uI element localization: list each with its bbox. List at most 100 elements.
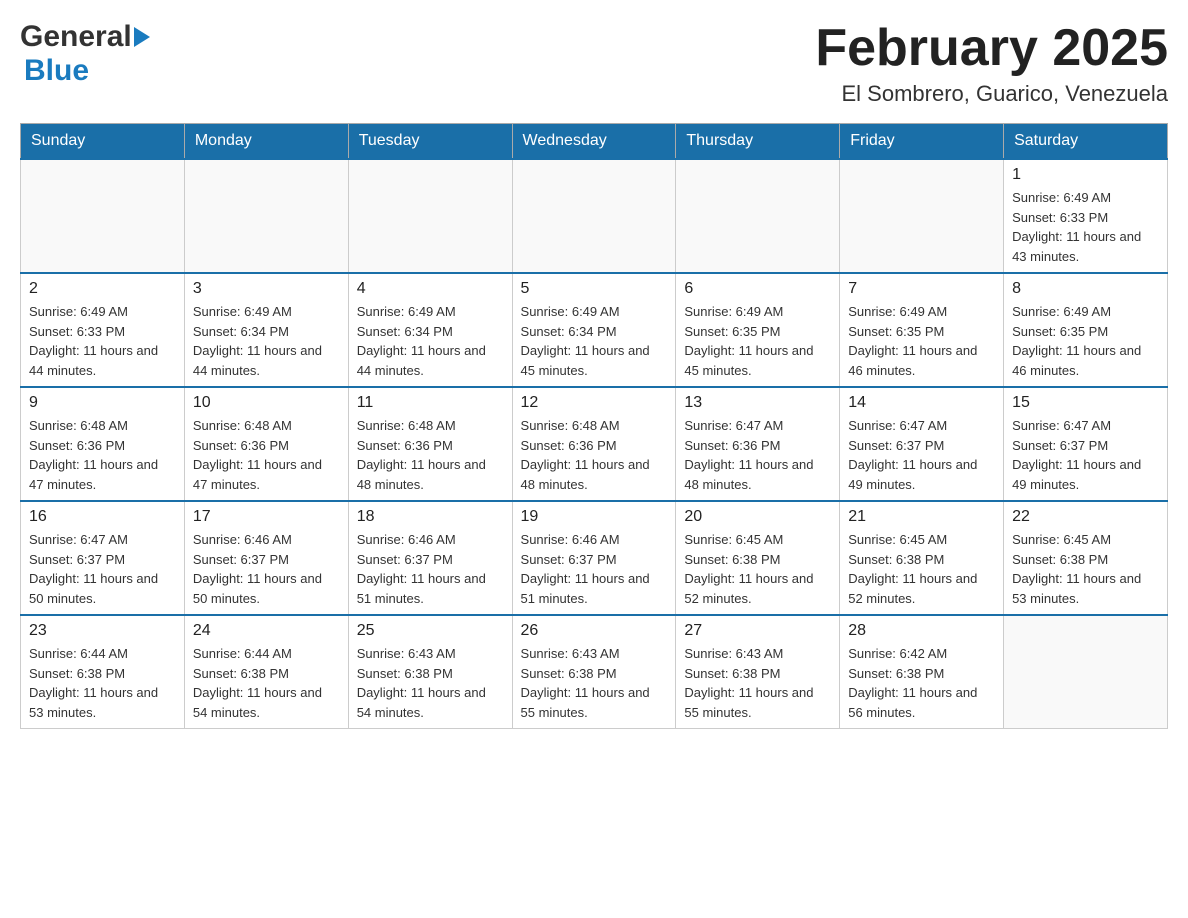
day-number: 1 bbox=[1012, 166, 1159, 184]
day-number: 28 bbox=[848, 622, 995, 640]
calendar-cell: 14Sunrise: 6:47 AM Sunset: 6:37 PM Dayli… bbox=[840, 387, 1004, 501]
day-info: Sunrise: 6:47 AM Sunset: 6:37 PM Dayligh… bbox=[29, 530, 176, 608]
logo-general-text: General bbox=[20, 20, 132, 54]
day-info: Sunrise: 6:43 AM Sunset: 6:38 PM Dayligh… bbox=[357, 644, 504, 722]
calendar-cell: 24 Sunrise: 6:44 AM Sunset: 6:38 PM Dayli… bbox=[184, 615, 348, 729]
location-title: El Sombrero, Guarico, Venezuela bbox=[815, 81, 1168, 107]
day-number: 13 bbox=[684, 394, 831, 412]
calendar-header-row: SundayMondayTuesdayWednesdayThursdayFrid… bbox=[21, 124, 1168, 160]
day-number: 8 bbox=[1012, 280, 1159, 298]
day-info: Sunrise: 6:46 AM Sunset: 6:37 PM Dayligh… bbox=[357, 530, 504, 608]
calendar-week-row: 2 Sunrise: 6:49 AM Sunset: 6:33 PM Daylig… bbox=[21, 273, 1168, 387]
day-info: Sunrise: 6:49 AM Sunset: 6:33 PM Dayligh… bbox=[29, 302, 176, 380]
calendar-cell: 1 Sunrise: 6:49 AM Sunset: 6:33 PM Daylig… bbox=[1004, 159, 1168, 273]
calendar-week-row: 1 Sunrise: 6:49 AM Sunset: 6:33 PM Daylig… bbox=[21, 159, 1168, 273]
day-number: 26 bbox=[521, 622, 668, 640]
day-number: 12 bbox=[521, 394, 668, 412]
title-block: February 2025 El Sombrero, Guarico, Vene… bbox=[815, 20, 1168, 107]
calendar-cell bbox=[184, 159, 348, 273]
calendar-cell: 5 Sunrise: 6:49 AM Sunset: 6:34 PM Daylig… bbox=[512, 273, 676, 387]
calendar-cell: 8 Sunrise: 6:49 AM Sunset: 6:35 PM Daylig… bbox=[1004, 273, 1168, 387]
calendar-cell: 22 Sunrise: 6:45 AM Sunset: 6:38 PM Dayli… bbox=[1004, 501, 1168, 615]
calendar-cell: 4Sunrise: 6:49 AM Sunset: 6:34 PM Daylig… bbox=[348, 273, 512, 387]
day-info: Sunrise: 6:43 AM Sunset: 6:38 PM Dayligh… bbox=[684, 644, 831, 722]
calendar-cell: 18 Sunrise: 6:46 AM Sunset: 6:37 PM Dayli… bbox=[348, 501, 512, 615]
day-info: Sunrise: 6:46 AM Sunset: 6:37 PM Dayligh… bbox=[521, 530, 668, 608]
day-number: 20 bbox=[684, 508, 831, 526]
calendar-cell: 12 Sunrise: 6:48 AM Sunset: 6:36 PM Dayli… bbox=[512, 387, 676, 501]
day-info: Sunrise: 6:49 AM Sunset: 6:35 PM Dayligh… bbox=[684, 302, 831, 380]
day-info: Sunrise: 6:44 AM Sunset: 6:38 PM Dayligh… bbox=[193, 644, 340, 722]
day-number: 27 bbox=[684, 622, 831, 640]
month-title: February 2025 bbox=[815, 20, 1168, 77]
day-info: Sunrise: 6:42 AM Sunset: 6:38 PM Dayligh… bbox=[848, 644, 995, 722]
calendar-cell: 10 Sunrise: 6:48 AM Sunset: 6:36 PM Dayli… bbox=[184, 387, 348, 501]
calendar-cell: 11 Sunrise: 6:48 AM Sunset: 6:36 PM Dayli… bbox=[348, 387, 512, 501]
calendar-cell: 26 Sunrise: 6:43 AM Sunset: 6:38 PM Dayli… bbox=[512, 615, 676, 729]
calendar-cell: 19 Sunrise: 6:46 AM Sunset: 6:37 PM Dayli… bbox=[512, 501, 676, 615]
calendar-week-row: 16 Sunrise: 6:47 AM Sunset: 6:37 PM Dayli… bbox=[21, 501, 1168, 615]
calendar-week-row: 9Sunrise: 6:48 AM Sunset: 6:36 PM Daylig… bbox=[21, 387, 1168, 501]
calendar-cell: 27 Sunrise: 6:43 AM Sunset: 6:38 PM Dayli… bbox=[676, 615, 840, 729]
calendar-cell bbox=[1004, 615, 1168, 729]
day-info: Sunrise: 6:45 AM Sunset: 6:38 PM Dayligh… bbox=[1012, 530, 1159, 608]
day-number: 23 bbox=[29, 622, 176, 640]
calendar-header-sunday: Sunday bbox=[21, 124, 185, 160]
day-number: 22 bbox=[1012, 508, 1159, 526]
day-number: 16 bbox=[29, 508, 176, 526]
calendar-cell: 2 Sunrise: 6:49 AM Sunset: 6:33 PM Daylig… bbox=[21, 273, 185, 387]
day-number: 18 bbox=[357, 508, 504, 526]
day-number: 15 bbox=[1012, 394, 1159, 412]
day-number: 2 bbox=[29, 280, 176, 298]
page-header: General Blue February 2025 El Sombrero, … bbox=[20, 20, 1168, 107]
day-info: Sunrise: 6:49 AM Sunset: 6:33 PM Dayligh… bbox=[1012, 188, 1159, 266]
calendar-cell: 15 Sunrise: 6:47 AM Sunset: 6:37 PM Dayli… bbox=[1004, 387, 1168, 501]
calendar-table: SundayMondayTuesdayWednesdayThursdayFrid… bbox=[20, 123, 1168, 729]
logo-triangle-icon bbox=[134, 27, 150, 47]
calendar-cell: 7Sunrise: 6:49 AM Sunset: 6:35 PM Daylig… bbox=[840, 273, 1004, 387]
day-number: 25 bbox=[357, 622, 504, 640]
day-info: Sunrise: 6:47 AM Sunset: 6:37 PM Dayligh… bbox=[1012, 416, 1159, 494]
calendar-cell: 6 Sunrise: 6:49 AM Sunset: 6:35 PM Daylig… bbox=[676, 273, 840, 387]
day-info: Sunrise: 6:45 AM Sunset: 6:38 PM Dayligh… bbox=[848, 530, 995, 608]
calendar-cell: 23 Sunrise: 6:44 AM Sunset: 6:38 PM Dayli… bbox=[21, 615, 185, 729]
calendar-cell: 25 Sunrise: 6:43 AM Sunset: 6:38 PM Dayli… bbox=[348, 615, 512, 729]
day-info: Sunrise: 6:48 AM Sunset: 6:36 PM Dayligh… bbox=[193, 416, 340, 494]
logo-blue-text: Blue bbox=[24, 54, 89, 87]
day-number: 3 bbox=[193, 280, 340, 298]
calendar-cell: 21 Sunrise: 6:45 AM Sunset: 6:38 PM Dayli… bbox=[840, 501, 1004, 615]
day-info: Sunrise: 6:47 AM Sunset: 6:37 PM Dayligh… bbox=[848, 416, 995, 494]
day-number: 6 bbox=[684, 280, 831, 298]
day-info: Sunrise: 6:43 AM Sunset: 6:38 PM Dayligh… bbox=[521, 644, 668, 722]
day-number: 17 bbox=[193, 508, 340, 526]
calendar-cell: 28 Sunrise: 6:42 AM Sunset: 6:38 PM Dayli… bbox=[840, 615, 1004, 729]
day-number: 11 bbox=[357, 394, 504, 412]
calendar-week-row: 23 Sunrise: 6:44 AM Sunset: 6:38 PM Dayli… bbox=[21, 615, 1168, 729]
calendar-cell bbox=[840, 159, 1004, 273]
day-number: 21 bbox=[848, 508, 995, 526]
day-number: 10 bbox=[193, 394, 340, 412]
day-info: Sunrise: 6:49 AM Sunset: 6:35 PM Dayligh… bbox=[1012, 302, 1159, 380]
calendar-cell: 13 Sunrise: 6:47 AM Sunset: 6:36 PM Dayli… bbox=[676, 387, 840, 501]
calendar-header-wednesday: Wednesday bbox=[512, 124, 676, 160]
calendar-cell: 17 Sunrise: 6:46 AM Sunset: 6:37 PM Dayli… bbox=[184, 501, 348, 615]
day-number: 19 bbox=[521, 508, 668, 526]
day-number: 24 bbox=[193, 622, 340, 640]
day-info: Sunrise: 6:48 AM Sunset: 6:36 PM Dayligh… bbox=[357, 416, 504, 494]
logo: General Blue bbox=[20, 20, 150, 88]
calendar-cell bbox=[21, 159, 185, 273]
calendar-cell: 9Sunrise: 6:48 AM Sunset: 6:36 PM Daylig… bbox=[21, 387, 185, 501]
day-number: 4 bbox=[357, 280, 504, 298]
day-info: Sunrise: 6:49 AM Sunset: 6:35 PM Dayligh… bbox=[848, 302, 995, 380]
day-info: Sunrise: 6:45 AM Sunset: 6:38 PM Dayligh… bbox=[684, 530, 831, 608]
day-info: Sunrise: 6:47 AM Sunset: 6:36 PM Dayligh… bbox=[684, 416, 831, 494]
day-info: Sunrise: 6:49 AM Sunset: 6:34 PM Dayligh… bbox=[193, 302, 340, 380]
day-number: 5 bbox=[521, 280, 668, 298]
day-info: Sunrise: 6:48 AM Sunset: 6:36 PM Dayligh… bbox=[29, 416, 176, 494]
day-info: Sunrise: 6:49 AM Sunset: 6:34 PM Dayligh… bbox=[521, 302, 668, 380]
day-info: Sunrise: 6:44 AM Sunset: 6:38 PM Dayligh… bbox=[29, 644, 176, 722]
calendar-cell: 16 Sunrise: 6:47 AM Sunset: 6:37 PM Dayli… bbox=[21, 501, 185, 615]
day-info: Sunrise: 6:46 AM Sunset: 6:37 PM Dayligh… bbox=[193, 530, 340, 608]
day-info: Sunrise: 6:48 AM Sunset: 6:36 PM Dayligh… bbox=[521, 416, 668, 494]
calendar-header-saturday: Saturday bbox=[1004, 124, 1168, 160]
